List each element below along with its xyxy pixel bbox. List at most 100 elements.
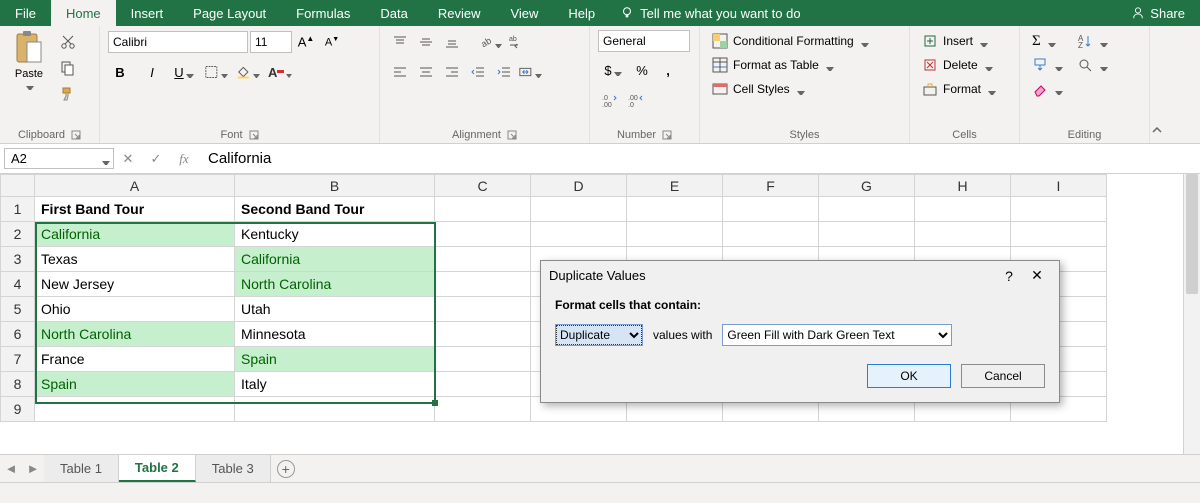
tab-review[interactable]: Review bbox=[423, 0, 496, 26]
dialog-launcher-icon[interactable] bbox=[662, 130, 672, 140]
cell[interactable] bbox=[915, 197, 1011, 222]
align-right-button[interactable] bbox=[440, 60, 464, 84]
delete-cells-button[interactable]: Delete bbox=[918, 54, 997, 76]
copy-button[interactable] bbox=[56, 56, 80, 80]
cell[interactable]: Kentucky bbox=[235, 222, 435, 247]
tell-me-search[interactable]: Tell me what you want to do bbox=[610, 0, 810, 26]
row-header[interactable]: 8 bbox=[1, 372, 35, 397]
cell[interactable]: Italy bbox=[235, 372, 435, 397]
format-cells-button[interactable]: Format bbox=[918, 78, 1000, 100]
row-header[interactable]: 2 bbox=[1, 222, 35, 247]
row-header[interactable]: 5 bbox=[1, 297, 35, 322]
dialog-ok-button[interactable]: OK bbox=[867, 364, 951, 388]
cell[interactable] bbox=[435, 222, 531, 247]
cell[interactable]: California bbox=[35, 222, 235, 247]
tab-data[interactable]: Data bbox=[365, 0, 422, 26]
fill-button[interactable] bbox=[1028, 54, 1067, 76]
cell[interactable]: North Carolina bbox=[35, 322, 235, 347]
insert-function-button[interactable]: fx bbox=[170, 148, 198, 169]
select-all-corner[interactable] bbox=[1, 175, 35, 197]
decrease-indent-button[interactable] bbox=[466, 60, 490, 84]
cell[interactable]: France bbox=[35, 347, 235, 372]
find-select-button[interactable] bbox=[1073, 54, 1112, 76]
duplicate-unique-select[interactable]: Duplicate bbox=[555, 324, 643, 346]
cell[interactable] bbox=[35, 397, 235, 422]
scrollbar-thumb[interactable] bbox=[1186, 174, 1198, 294]
cell[interactable] bbox=[627, 222, 723, 247]
cell[interactable] bbox=[435, 247, 531, 272]
wrap-text-button[interactable]: ab bbox=[504, 30, 528, 54]
cell[interactable] bbox=[235, 397, 435, 422]
col-header-d[interactable]: D bbox=[531, 175, 627, 197]
tab-file[interactable]: File bbox=[0, 0, 51, 26]
tab-page-layout[interactable]: Page Layout bbox=[178, 0, 281, 26]
cell[interactable]: Utah bbox=[235, 297, 435, 322]
vertical-scrollbar[interactable] bbox=[1183, 174, 1200, 454]
cell[interactable] bbox=[435, 297, 531, 322]
number-format-select[interactable] bbox=[598, 30, 690, 52]
cell[interactable] bbox=[435, 197, 531, 222]
cell[interactable] bbox=[915, 222, 1011, 247]
orientation-button[interactable]: ab bbox=[478, 30, 502, 54]
dialog-cancel-button[interactable]: Cancel bbox=[961, 364, 1045, 388]
conditional-formatting-button[interactable]: Conditional Formatting bbox=[708, 30, 873, 52]
decrease-decimal-button[interactable]: .00.0 bbox=[624, 88, 648, 112]
dialog-close-button[interactable]: ✕ bbox=[1023, 267, 1051, 284]
dialog-launcher-icon[interactable] bbox=[71, 130, 81, 140]
cell[interactable] bbox=[1011, 222, 1107, 247]
cell[interactable]: Second Band Tour bbox=[235, 197, 435, 222]
dialog-launcher-icon[interactable] bbox=[249, 130, 259, 140]
accounting-format-button[interactable]: $ bbox=[598, 58, 628, 82]
col-header-a[interactable]: A bbox=[35, 175, 235, 197]
cell[interactable] bbox=[723, 197, 819, 222]
fill-color-button[interactable] bbox=[236, 60, 260, 84]
cell[interactable]: California bbox=[235, 247, 435, 272]
row-header[interactable]: 4 bbox=[1, 272, 35, 297]
cell[interactable] bbox=[723, 222, 819, 247]
cell[interactable]: New Jersey bbox=[35, 272, 235, 297]
increase-decimal-button[interactable]: .0.00 bbox=[598, 88, 622, 112]
paste-button[interactable]: Paste bbox=[8, 30, 50, 88]
col-header-e[interactable]: E bbox=[627, 175, 723, 197]
cut-button[interactable] bbox=[56, 30, 80, 54]
cell[interactable] bbox=[531, 197, 627, 222]
cell[interactable]: Ohio bbox=[35, 297, 235, 322]
col-header-c[interactable]: C bbox=[435, 175, 531, 197]
row-header[interactable]: 1 bbox=[1, 197, 35, 222]
row-header[interactable]: 9 bbox=[1, 397, 35, 422]
formula-input[interactable] bbox=[198, 148, 1196, 169]
cell[interactable]: Texas bbox=[35, 247, 235, 272]
collapse-ribbon-button[interactable] bbox=[1150, 123, 1164, 137]
cell[interactable] bbox=[435, 397, 531, 422]
sheet-tab-1[interactable]: Table 1 bbox=[44, 455, 119, 482]
sheet-nav-prev[interactable]: ◄ bbox=[0, 455, 22, 482]
cell[interactable]: Spain bbox=[35, 372, 235, 397]
autosum-button[interactable]: Σ bbox=[1028, 30, 1067, 52]
tab-insert[interactable]: Insert bbox=[116, 0, 179, 26]
cell[interactable]: First Band Tour bbox=[35, 197, 235, 222]
align-center-button[interactable] bbox=[414, 60, 438, 84]
tab-view[interactable]: View bbox=[495, 0, 553, 26]
insert-cells-button[interactable]: Insert bbox=[918, 30, 992, 52]
col-header-g[interactable]: G bbox=[819, 175, 915, 197]
tab-help[interactable]: Help bbox=[553, 0, 610, 26]
font-color-button[interactable]: A bbox=[268, 60, 292, 84]
tab-home[interactable]: Home bbox=[51, 0, 116, 26]
format-style-select[interactable]: Green Fill with Dark Green Text bbox=[722, 324, 952, 346]
col-header-i[interactable]: I bbox=[1011, 175, 1107, 197]
cell[interactable] bbox=[435, 322, 531, 347]
cell[interactable] bbox=[819, 197, 915, 222]
cell[interactable] bbox=[1011, 197, 1107, 222]
sheet-nav-next[interactable]: ► bbox=[22, 455, 44, 482]
increase-indent-button[interactable] bbox=[492, 60, 516, 84]
cancel-edit-button[interactable]: ✕ bbox=[114, 148, 142, 169]
sheet-tab-3[interactable]: Table 3 bbox=[196, 455, 271, 482]
cell[interactable]: North Carolina bbox=[235, 272, 435, 297]
cell[interactable] bbox=[435, 372, 531, 397]
format-as-table-button[interactable]: Format as Table bbox=[708, 54, 838, 76]
cell[interactable] bbox=[435, 347, 531, 372]
row-header[interactable]: 6 bbox=[1, 322, 35, 347]
sort-filter-button[interactable]: AZ bbox=[1073, 30, 1112, 52]
align-bottom-button[interactable] bbox=[440, 30, 464, 54]
tab-formulas[interactable]: Formulas bbox=[281, 0, 365, 26]
